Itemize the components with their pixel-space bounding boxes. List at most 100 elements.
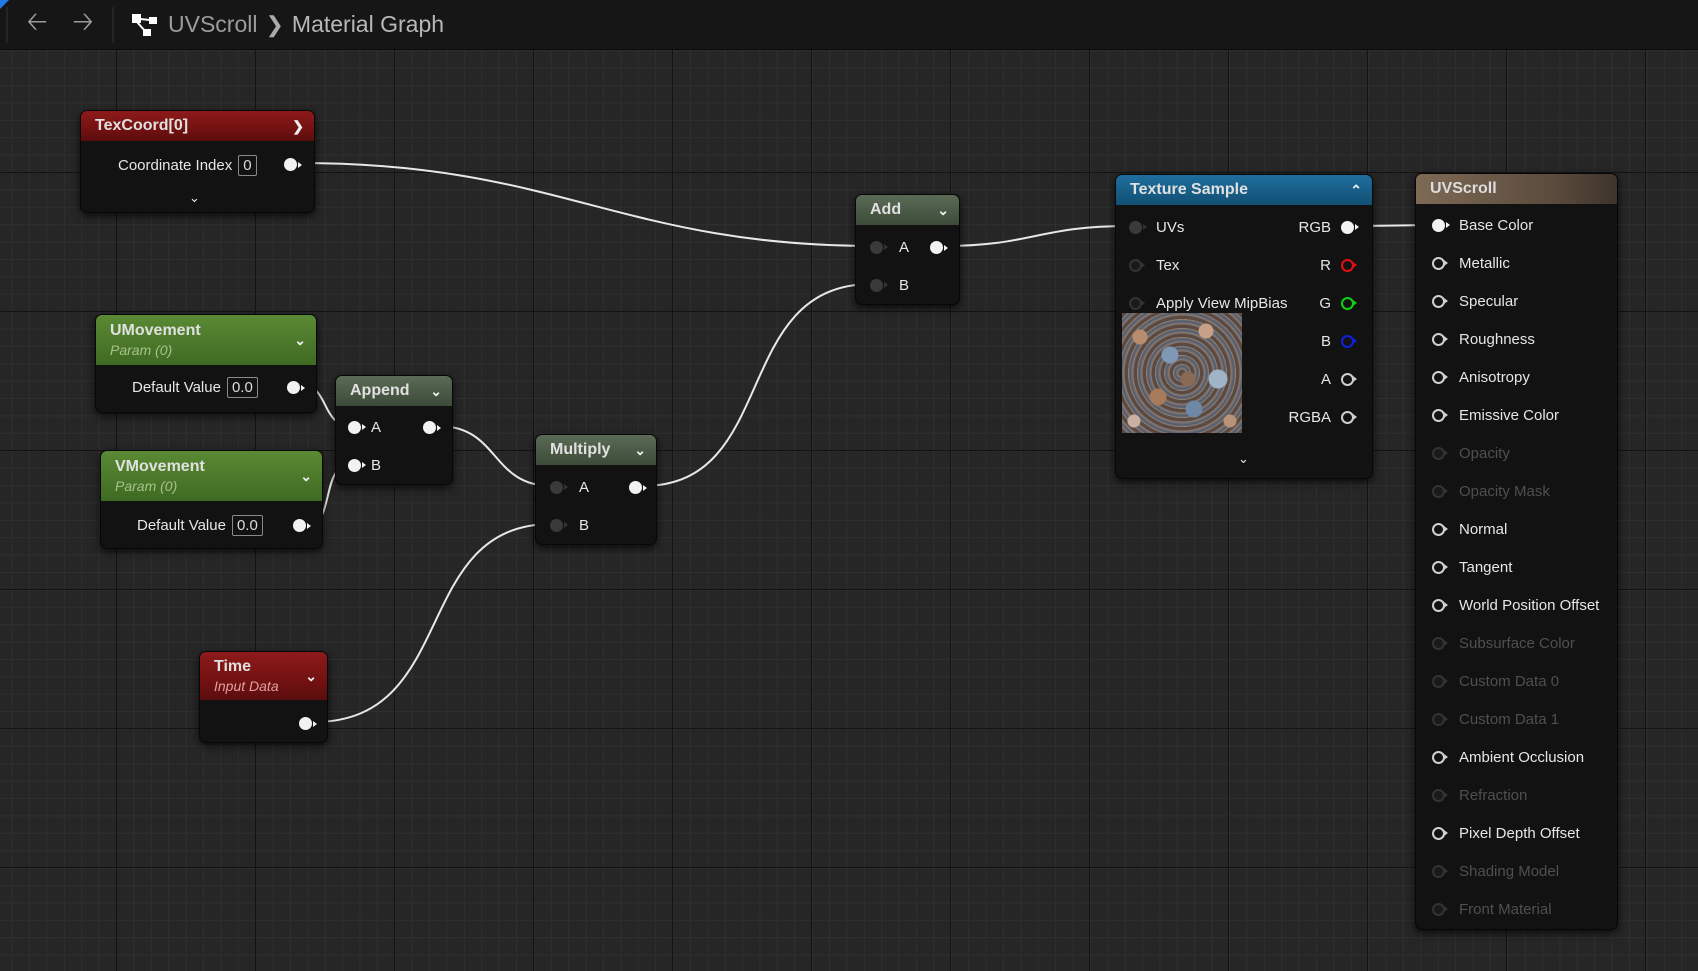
result-input-row[interactable]: World Position Offset — [1432, 593, 1599, 617]
material-result-node[interactable]: UVScroll Base Color Metallic Specular Rough… — [1415, 173, 1618, 930]
breadcrumb-asset[interactable]: UVScroll — [168, 11, 257, 38]
append-node[interactable]: Append ⌄ A B — [335, 375, 453, 485]
result-input-row[interactable]: Anisotropy — [1432, 365, 1530, 389]
node-header[interactable]: Multiply ⌄ — [536, 435, 656, 465]
input-pin[interactable] — [1129, 258, 1145, 272]
node-header[interactable]: TexCoord[0] ❯ — [81, 111, 314, 141]
input-pin[interactable] — [1432, 864, 1448, 878]
result-input-row[interactable]: Metallic — [1432, 251, 1510, 275]
multiply-node[interactable]: Multiply ⌄ A B — [535, 434, 657, 545]
input-pin[interactable] — [550, 518, 568, 532]
chevron-down-icon[interactable]: ❯ — [292, 118, 304, 135]
expand-chevron-icon[interactable]: ⌄ — [189, 186, 200, 210]
coordinate-index-input[interactable]: 0 — [238, 154, 257, 176]
input-pin[interactable] — [870, 278, 888, 292]
result-input-row[interactable]: Ambient Occlusion — [1432, 745, 1584, 769]
input-pin[interactable] — [1432, 522, 1448, 536]
result-input-row[interactable]: Tangent — [1432, 555, 1512, 579]
input-pin[interactable] — [1432, 598, 1448, 612]
input-a[interactable]: A — [348, 415, 381, 439]
result-input-row[interactable]: Emissive Color — [1432, 403, 1559, 427]
result-input-row[interactable]: Roughness — [1432, 327, 1535, 351]
input-pin[interactable] — [1129, 220, 1147, 234]
chevron-down-icon[interactable]: ⌄ — [634, 442, 646, 459]
output-row[interactable]: RGB — [1298, 215, 1359, 239]
input-pin[interactable] — [1432, 674, 1448, 688]
result-input-row[interactable]: Normal — [1432, 517, 1507, 541]
node-header[interactable]: VMovement Param (0) ⌄ — [101, 451, 322, 501]
texture-sample-node[interactable]: Texture Sample ⌃ UVs Tex Apply View MipBias… — [1115, 174, 1373, 479]
output-pin[interactable] — [1341, 410, 1357, 424]
input-pin[interactable] — [1432, 560, 1448, 574]
node-header[interactable]: UVScroll — [1416, 174, 1617, 204]
input-row[interactable]: Tex — [1129, 253, 1179, 277]
output-pin[interactable] — [284, 158, 302, 171]
output-pin[interactable] — [423, 421, 441, 434]
output-pin[interactable] — [287, 381, 305, 394]
result-input-row[interactable]: Front Material — [1432, 897, 1552, 921]
input-pin[interactable] — [1432, 712, 1448, 726]
add-node[interactable]: Add ⌄ A B — [855, 194, 960, 305]
result-input-row[interactable]: Specular — [1432, 289, 1518, 313]
result-input-row[interactable]: Opacity — [1432, 441, 1510, 465]
time-node[interactable]: Time Input Data ⌄ — [199, 651, 328, 743]
input-a[interactable]: A — [870, 235, 909, 259]
output-row[interactable]: R — [1320, 253, 1357, 277]
chevron-down-icon[interactable]: ⌄ — [305, 668, 317, 685]
input-pin[interactable] — [1432, 294, 1448, 308]
input-a[interactable]: A — [550, 475, 589, 499]
result-input-row[interactable]: Shading Model — [1432, 859, 1559, 883]
input-pin[interactable] — [348, 420, 366, 434]
chevron-down-icon[interactable]: ⌄ — [294, 332, 306, 349]
default-value-input[interactable]: 0.0 — [231, 514, 263, 536]
input-b[interactable]: B — [550, 513, 589, 537]
result-input-row[interactable]: Pixel Depth Offset — [1432, 821, 1580, 845]
chevron-down-icon[interactable]: ⌄ — [300, 468, 312, 485]
output-pin[interactable] — [293, 519, 311, 532]
output-row[interactable]: A — [1321, 367, 1357, 391]
input-pin[interactable] — [1432, 484, 1448, 498]
umovement-node[interactable]: UMovement Param (0) ⌄ Default Value 0.0 — [95, 314, 317, 413]
input-pin[interactable] — [1432, 636, 1448, 650]
output-pin[interactable] — [1341, 334, 1357, 348]
input-pin[interactable] — [1432, 370, 1448, 384]
node-header[interactable]: UMovement Param (0) ⌄ — [96, 315, 316, 365]
output-pin[interactable] — [930, 241, 948, 254]
texcoord-node[interactable]: TexCoord[0] ❯ Coordinate Index 0 ⌄ — [80, 110, 315, 213]
result-input-row[interactable]: Base Color — [1432, 213, 1533, 237]
back-button[interactable]: 🡠 — [14, 5, 60, 45]
output-pin[interactable] — [1341, 258, 1357, 272]
input-pin[interactable] — [550, 480, 568, 494]
output-row[interactable]: G — [1319, 291, 1357, 315]
input-pin[interactable] — [1432, 332, 1448, 346]
input-pin[interactable] — [1432, 446, 1448, 460]
output-pin[interactable] — [1341, 296, 1357, 310]
node-header[interactable]: Time Input Data ⌄ — [200, 652, 327, 700]
input-pin[interactable] — [1432, 750, 1448, 764]
output-pin[interactable] — [629, 481, 647, 494]
chevron-down-icon[interactable]: ⌄ — [430, 383, 442, 400]
output-row[interactable]: RGBA — [1288, 405, 1357, 429]
input-b[interactable]: B — [870, 273, 909, 297]
input-pin[interactable] — [1129, 296, 1145, 310]
result-input-row[interactable]: Refraction — [1432, 783, 1527, 807]
result-input-row[interactable]: Opacity Mask — [1432, 479, 1550, 503]
vmovement-node[interactable]: VMovement Param (0) ⌄ Default Value 0.0 — [100, 450, 323, 549]
result-input-row[interactable]: Subsurface Color — [1432, 631, 1575, 655]
collapse-chevron-icon[interactable]: ⌄ — [1238, 447, 1249, 471]
output-row[interactable]: B — [1321, 329, 1357, 353]
input-pin[interactable] — [1432, 408, 1448, 422]
input-pin[interactable] — [1432, 902, 1448, 916]
input-pin[interactable] — [1432, 256, 1448, 270]
forward-button[interactable]: 🡢 — [60, 5, 106, 45]
input-b[interactable]: B — [348, 453, 381, 477]
chevron-down-icon[interactable]: ⌄ — [937, 202, 949, 219]
node-header[interactable]: Add ⌄ — [856, 195, 959, 225]
default-value-input[interactable]: 0.0 — [226, 376, 258, 398]
input-pin[interactable] — [1432, 788, 1448, 802]
input-pin[interactable] — [348, 458, 366, 472]
result-input-row[interactable]: Custom Data 0 — [1432, 669, 1559, 693]
input-row[interactable]: Apply View MipBias — [1129, 291, 1287, 315]
node-header[interactable]: Append ⌄ — [336, 376, 452, 406]
input-pin[interactable] — [870, 240, 888, 254]
